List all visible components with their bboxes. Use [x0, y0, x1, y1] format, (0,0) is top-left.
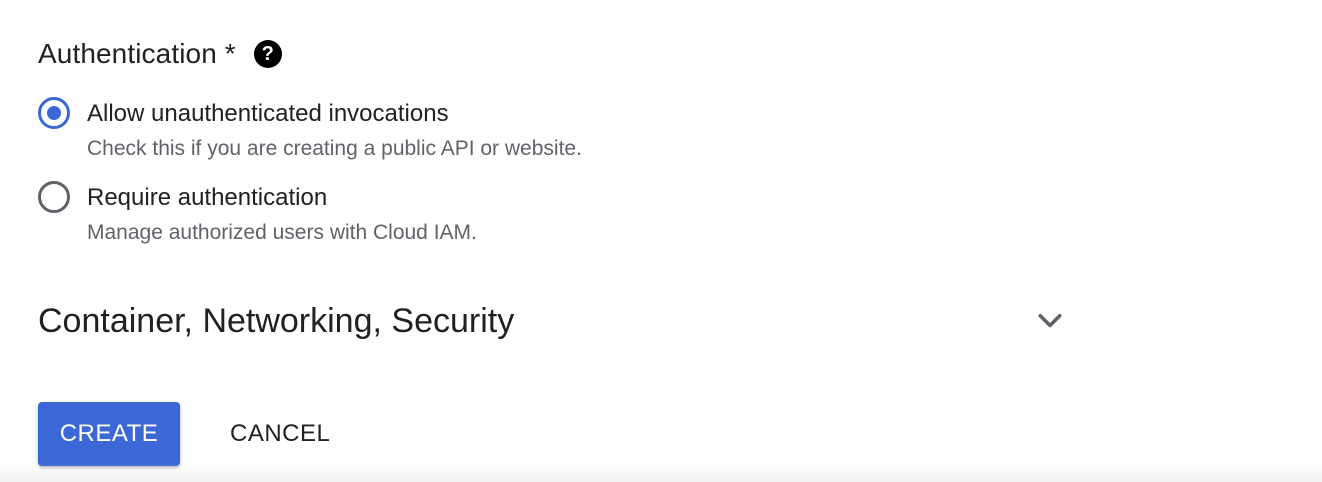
radio-text: Allow unauthenticated invocations Check …: [87, 97, 582, 165]
bottom-shadow: [0, 464, 1322, 482]
form-actions: CREATE CANCEL: [38, 402, 350, 466]
radio-require-authentication[interactable]: Require authentication Manage authorized…: [38, 181, 477, 249]
radio-button-unselected[interactable]: [38, 181, 70, 213]
radio-description: Manage authorized users with Cloud IAM.: [87, 221, 477, 244]
radio-text: Require authentication Manage authorized…: [87, 181, 477, 249]
cancel-button[interactable]: CANCEL: [210, 402, 350, 466]
advanced-settings-expander[interactable]: Container, Networking, Security: [38, 296, 1068, 346]
section-title: Container, Networking, Security: [38, 301, 515, 340]
chevron-down-icon[interactable]: [1032, 303, 1068, 339]
authentication-heading: Authentication * ?: [38, 36, 282, 72]
radio-button-selected[interactable]: [38, 97, 70, 129]
authentication-title: Authentication *: [38, 38, 236, 69]
radio-allow-unauthenticated[interactable]: Allow unauthenticated invocations Check …: [38, 97, 582, 165]
radio-description: Check this if you are creating a public …: [87, 137, 582, 160]
authentication-form: Authentication * ? Allow unauthenticated…: [0, 0, 1322, 482]
chevron-down-svg: [1038, 313, 1062, 328]
radio-label[interactable]: Allow unauthenticated invocations: [87, 97, 582, 131]
radio-label[interactable]: Require authentication: [87, 181, 477, 215]
question-circle-icon[interactable]: ?: [253, 40, 282, 68]
create-button[interactable]: CREATE: [38, 402, 180, 466]
radio-dot: [47, 106, 61, 120]
